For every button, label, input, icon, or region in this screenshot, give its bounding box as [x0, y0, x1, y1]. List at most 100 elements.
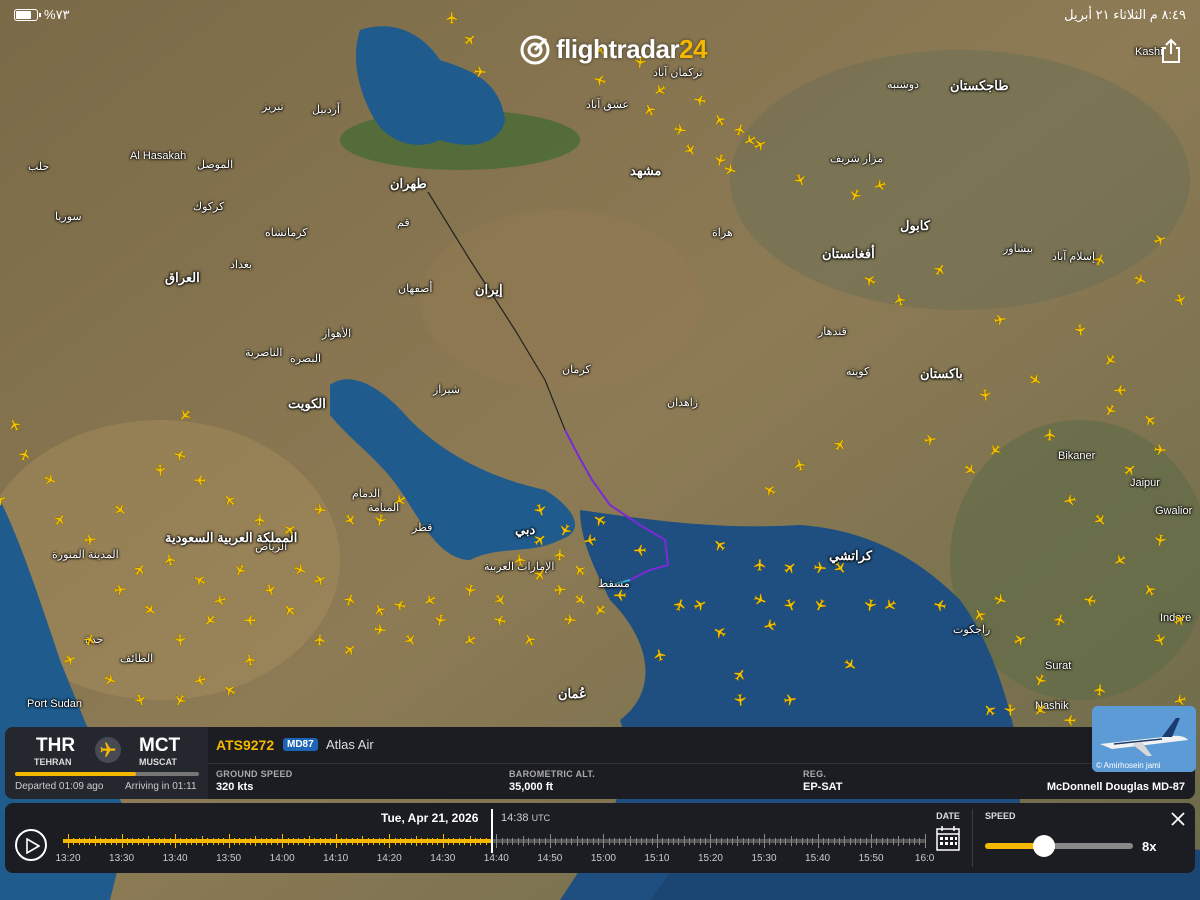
aircraft-marker-icon[interactable] [343, 513, 357, 527]
aircraft-marker-icon[interactable] [178, 408, 192, 422]
aircraft-marker-icon[interactable] [1143, 413, 1157, 427]
aircraft-marker-icon[interactable] [233, 563, 247, 577]
aircraft-marker-icon[interactable] [523, 633, 537, 647]
speed-slider[interactable] [985, 835, 1133, 857]
aircraft-marker-icon[interactable] [263, 583, 277, 597]
aircraft-marker-icon[interactable] [583, 533, 597, 547]
aircraft-marker-icon[interactable] [1063, 713, 1077, 727]
aircraft-marker-icon[interactable] [393, 493, 407, 507]
aircraft-marker-icon[interactable] [173, 693, 187, 707]
aircraft-marker-icon[interactable] [1153, 633, 1167, 647]
aircraft-marker-icon[interactable] [653, 648, 667, 662]
aircraft-marker-icon[interactable] [83, 533, 97, 547]
aircraft-marker-icon[interactable] [1113, 553, 1127, 567]
aircraft-marker-icon[interactable] [513, 553, 527, 567]
flight-info-panel[interactable]: THR TEHRAN MCT MUSCAT Departed 01:09 ago… [5, 727, 1195, 799]
share-button[interactable] [1160, 38, 1182, 64]
aircraft-marker-icon[interactable] [933, 598, 947, 612]
aircraft-marker-icon[interactable] [783, 598, 797, 612]
aircraft-marker-icon[interactable] [1173, 613, 1187, 627]
aircraft-marker-icon[interactable] [193, 473, 207, 487]
aircraft-marker-icon[interactable] [203, 613, 217, 627]
aircraft-marker-icon[interactable] [673, 123, 687, 137]
date-picker-button[interactable]: DATE [930, 811, 966, 856]
aircraft-marker-icon[interactable] [193, 673, 207, 687]
aircraft-marker-icon[interactable] [843, 658, 857, 672]
aircraft-marker-icon[interactable] [893, 293, 907, 307]
aircraft-marker-icon[interactable] [213, 593, 227, 607]
aircraft-marker-icon[interactable] [1173, 293, 1187, 307]
aircraft-marker-icon[interactable] [113, 503, 127, 517]
aircraft-marker-icon[interactable] [1073, 323, 1087, 337]
aircraft-marker-icon[interactable] [973, 608, 987, 622]
aircraft-marker-icon[interactable] [573, 563, 587, 577]
aircraft-marker-icon[interactable] [43, 473, 57, 487]
aircraft-marker-icon[interactable] [833, 438, 847, 452]
aircraft-marker-icon[interactable] [553, 583, 567, 597]
aircraft-marker-icon[interactable] [143, 603, 157, 617]
aircraft-marker-icon[interactable] [983, 703, 997, 717]
aircraft-marker-icon[interactable] [873, 178, 887, 192]
aircraft-marker-icon[interactable] [713, 625, 727, 639]
aircraft-marker-icon[interactable] [793, 458, 807, 472]
aircraft-marker-icon[interactable] [1133, 273, 1147, 287]
aircraft-marker-icon[interactable] [243, 653, 257, 667]
aircraft-marker-icon[interactable] [1033, 673, 1047, 687]
aircraft-marker-icon[interactable] [1003, 703, 1017, 717]
close-playback-button[interactable] [1170, 811, 1186, 827]
aircraft-marker-icon[interactable] [653, 83, 667, 97]
aircraft-marker-icon[interactable] [1093, 683, 1107, 697]
aircraft-marker-icon[interactable] [393, 598, 407, 612]
aircraft-marker-icon[interactable] [173, 448, 187, 462]
aircraft-marker-icon[interactable] [373, 513, 387, 527]
aircraft-marker-icon[interactable] [313, 573, 327, 587]
aircraft-marker-icon[interactable] [223, 493, 237, 507]
aircraft-marker-icon[interactable] [753, 558, 767, 572]
aircraft-marker-icon[interactable] [403, 633, 417, 647]
aircraft-marker-icon[interactable] [753, 593, 767, 607]
aircraft-marker-icon[interactable] [433, 613, 447, 627]
aircraft-marker-icon[interactable] [763, 618, 777, 632]
aircraft-marker-icon[interactable] [473, 65, 487, 79]
aircraft-marker-icon[interactable] [0, 493, 7, 507]
aircraft-marker-icon[interactable] [533, 503, 547, 517]
aircraft-marker-icon[interactable] [733, 693, 747, 707]
timeline-playhead[interactable] [491, 809, 494, 853]
aircraft-marker-icon[interactable] [693, 598, 707, 612]
aircraft-marker-icon[interactable] [463, 33, 477, 47]
aircraft-marker-icon[interactable] [243, 613, 257, 627]
aircraft-marker-icon[interactable] [988, 443, 1002, 457]
aircraft-marker-icon[interactable] [83, 633, 97, 647]
aircraft-marker-icon[interactable] [283, 603, 297, 617]
aircraft-marker-icon[interactable] [1153, 443, 1167, 457]
timeline-scrubber[interactable]: Tue, Apr 21, 2026 14:38 UTC 13:20 13:30 13… [55, 803, 934, 873]
aircraft-marker-icon[interactable] [463, 583, 477, 597]
aircraft-marker-icon[interactable] [593, 73, 607, 87]
aircraft-marker-icon[interactable] [173, 633, 187, 647]
aircraft-marker-icon[interactable] [313, 633, 327, 647]
aircraft-photo[interactable]: © Amirhosein jami [1092, 706, 1196, 772]
aircraft-marker-icon[interactable] [113, 583, 127, 597]
aircraft-marker-icon[interactable] [1028, 373, 1042, 387]
aircraft-marker-icon[interactable] [373, 623, 387, 637]
aircraft-marker-icon[interactable] [923, 433, 937, 447]
aircraft-marker-icon[interactable] [193, 573, 207, 587]
aircraft-marker-icon[interactable] [343, 593, 357, 607]
aircraft-marker-icon[interactable] [63, 653, 77, 667]
aircraft-marker-icon[interactable] [463, 633, 477, 647]
aircraft-marker-icon[interactable] [343, 643, 357, 657]
aircraft-marker-icon[interactable] [848, 188, 862, 202]
aircraft-marker-icon[interactable] [963, 463, 977, 477]
aircraft-marker-icon[interactable] [223, 683, 237, 697]
aircraft-marker-icon[interactable] [133, 693, 147, 707]
aircraft-marker-icon[interactable] [493, 593, 507, 607]
aircraft-marker-icon[interactable] [1103, 403, 1117, 417]
aircraft-marker-icon[interactable] [783, 561, 797, 575]
aircraft-marker-icon[interactable] [813, 598, 827, 612]
aircraft-marker-icon[interactable] [1153, 233, 1167, 247]
aircraft-marker-icon[interactable] [883, 598, 897, 612]
aircraft-marker-icon[interactable] [863, 273, 877, 287]
aircraft-marker-icon[interactable] [633, 543, 647, 557]
aircraft-marker-icon[interactable] [693, 93, 707, 107]
aircraft-marker-icon[interactable] [1083, 593, 1097, 607]
